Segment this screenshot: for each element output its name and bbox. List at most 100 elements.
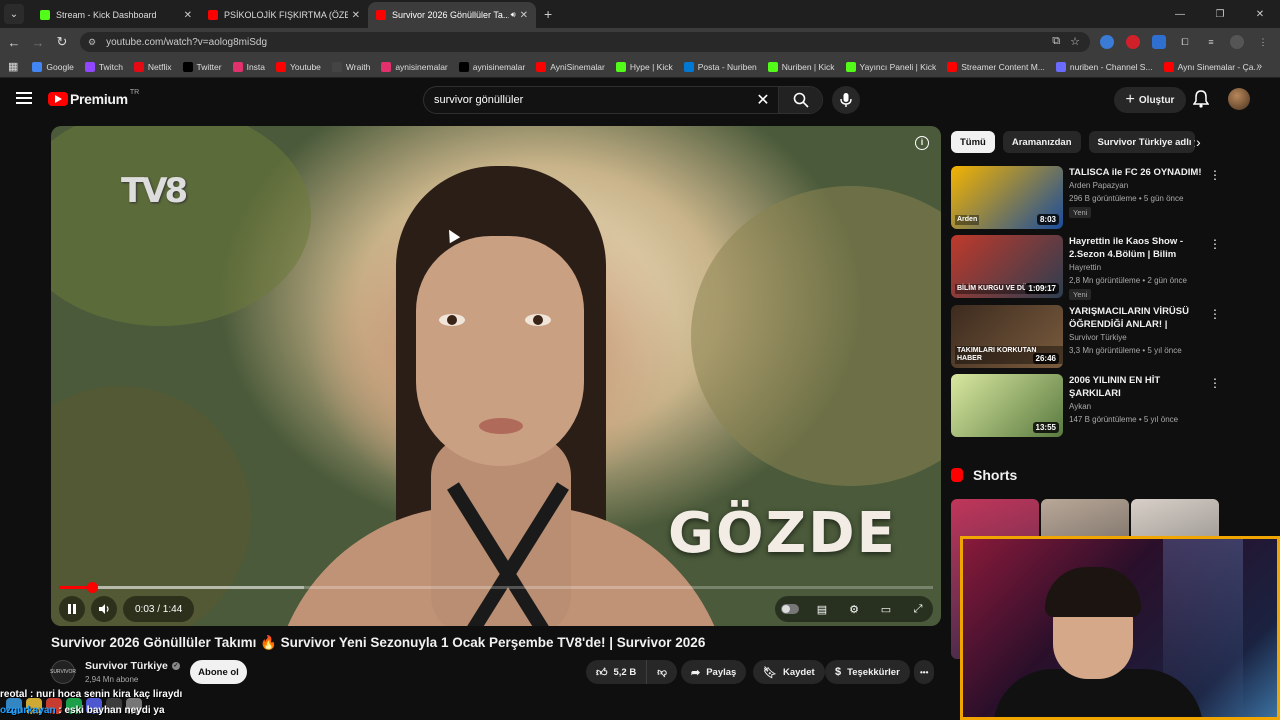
search-box[interactable]: survivor gönüllüler ✕ [423,86,823,114]
apps-grid-icon[interactable]: ▦ [8,60,18,73]
speaker-icon[interactable]: 🔊︎ [511,10,516,20]
bookmark-item[interactable]: Posta - Nuriben [683,61,757,72]
forward-button[interactable]: → [26,35,50,50]
volume-button[interactable] [91,596,117,622]
extension-blue-icon[interactable] [1100,35,1114,49]
video-thumbnail[interactable]: BİLİM KURGU VE DÜNYAMIZ 1:09:17 [951,235,1063,298]
youtube-icon [208,10,218,20]
video-channel[interactable]: Survivor Türkiye [1069,333,1127,342]
media-icon[interactable]: ≡ [1204,35,1218,49]
video-channel[interactable]: Aykan [1069,402,1091,411]
reload-button[interactable]: ↻ [50,34,74,50]
browser-tab[interactable]: PSİKOLOJİK FIŞKIRTMA (ÖZET... ✕ [200,2,368,28]
bookmark-item[interactable]: Hype | Kick [615,61,673,72]
maximize-button[interactable]: ❐ [1200,0,1240,28]
extension-shield-icon[interactable] [1152,35,1166,49]
subtitles-icon[interactable]: ▤ [813,603,831,616]
close-tab-icon[interactable]: ✕ [184,10,192,21]
save-button[interactable]: 🔖︎ Kaydet [753,660,825,684]
tab-search-button[interactable]: ⌄ [4,4,24,24]
recommended-video[interactable]: 13:55 2006 YILININ EN HİT ŞARKILARI Aykan 1… [951,374,1221,438]
guide-menu-icon[interactable] [16,92,32,104]
pause-button[interactable] [59,596,85,622]
bookmark-item[interactable]: Aynı Sinemalar - Ça... [1163,61,1261,72]
fullscreen-icon[interactable]: ⤢ [909,603,927,616]
bookmark-item[interactable]: Wraith [331,61,370,72]
filter-chip[interactable]: Tümü [951,131,995,153]
filter-chip[interactable]: Aramanızdan [1002,131,1081,153]
bookmark-item[interactable]: nuriben - Channel S... [1055,61,1153,72]
more-options-icon[interactable]: ⋮ [1209,376,1221,390]
chips-next-arrow-icon[interactable]: › [1196,134,1201,150]
bookmark-item[interactable]: Insta [232,61,265,72]
cast-icon[interactable]: ⧉ [1052,35,1060,48]
video-player[interactable]: TV8 GÖZDE i 0:03 / 1:44 ▤ ⚙ ▭ ⤢ [51,126,941,626]
create-button[interactable]: + Oluştur [1114,87,1186,113]
bookmark-item[interactable]: Twitter [182,61,222,72]
autoplay-toggle[interactable] [781,604,799,614]
recommended-video[interactable]: TAKIMLARI KORKUTAN HABER 26:46 YARIŞMACILA… [951,305,1221,369]
video-title[interactable]: YARIŞMACILARIN VİRÜSÜ ÖĞRENDİĞİ ANLAR! |… [1069,305,1207,332]
more-actions-button[interactable]: ••• [914,660,935,684]
recommended-video[interactable]: Arden 8:03 TALISCA ile FC 26 OYNADIM! Arden… [951,166,1221,230]
new-tab-button[interactable]: + [544,6,552,22]
video-channel[interactable]: Hayrettin [1069,263,1101,272]
progress-bar[interactable] [59,582,933,593]
menu-dots-icon[interactable]: ⋮ [1256,35,1270,49]
video-title[interactable]: TALISCA ile FC 26 OYNADIM! [1069,166,1207,179]
bookmarks-more-icon[interactable]: » [1256,61,1262,72]
account-avatar[interactable] [1228,88,1250,110]
notifications-bell-icon[interactable] [1193,90,1209,108]
bookmark-item[interactable]: Netflix [133,61,172,72]
back-button[interactable]: ← [2,35,26,50]
bookmark-item[interactable]: aynisinemalar [458,61,525,72]
video-title[interactable]: 2006 YILININ EN HİT ŞARKILARI [1069,374,1207,400]
browser-tab[interactable]: Survivor 2026 Gönüllüler Ta... 🔊︎ ✕ [368,2,536,28]
bookmark-item[interactable]: Yayıncı Paneli | Kick [845,61,936,72]
recommended-video[interactable]: BİLİM KURGU VE DÜNYAMIZ 1:09:17 Hayrettin … [951,235,1221,300]
subscribe-button[interactable]: Abone ol [190,660,247,684]
more-options-icon[interactable]: ⋮ [1209,307,1221,321]
bookmark-item[interactable]: aynisinemalar [381,61,448,72]
info-icon[interactable]: i [915,136,929,150]
close-window-button[interactable]: ✕ [1240,0,1280,28]
profile-icon[interactable] [1230,35,1244,49]
extensions-puzzle-icon[interactable]: ⧠ [1178,35,1192,49]
video-thumbnail[interactable]: 13:55 [951,374,1063,437]
bookmark-star-icon[interactable]: ☆ [1070,35,1080,48]
channel-name-row[interactable]: Survivor Türkiye ✓ [85,660,180,672]
channel-name[interactable]: Survivor Türkiye [85,660,168,672]
site-info-icon[interactable]: ⚙ [88,37,96,48]
video-title[interactable]: Hayrettin ile Kaos Show - 2.Sezon 4.Bölü… [1069,235,1207,262]
bookmark-item[interactable]: Streamer Content M... [947,61,1045,72]
dislike-button[interactable]: 👎︎ [647,660,677,684]
browser-tab[interactable]: Stream - Kick Dashboard ✕ [32,2,200,28]
minimize-button[interactable]: — [1160,0,1200,28]
settings-gear-icon[interactable]: ⚙ [845,603,863,616]
more-options-icon[interactable]: ⋮ [1209,168,1221,182]
close-tab-icon[interactable]: ✕ [520,10,528,21]
bookmark-item[interactable]: AyniSinemalar [536,61,605,72]
search-input[interactable]: survivor gönüllüler [424,94,748,106]
share-button[interactable]: ➦ Paylaş [681,660,747,684]
like-button[interactable]: 👍︎ 5,2 B [586,660,648,684]
theater-mode-icon[interactable]: ▭ [877,603,895,616]
youtube-premium-logo[interactable]: Premium TR [48,89,139,107]
video-thumbnail[interactable]: Arden 8:03 [951,166,1063,229]
voice-search-button[interactable] [832,86,860,114]
video-thumbnail[interactable]: TAKIMLARI KORKUTAN HABER 26:46 [951,305,1063,368]
filter-chip[interactable]: Survivor Türkiye adlı yük... [1088,131,1195,153]
search-button[interactable] [778,87,822,113]
more-options-icon[interactable]: ⋮ [1209,237,1221,251]
bookmark-item[interactable]: Youtube [276,61,321,72]
bookmark-item[interactable]: Nuriben | Kick [767,61,835,72]
extension-red-icon[interactable] [1126,35,1140,49]
video-channel[interactable]: Arden Papazyan [1069,181,1128,190]
bookmark-item[interactable]: Google [32,61,74,72]
thanks-button[interactable]: $ Teşekkürler [825,660,910,684]
close-tab-icon[interactable]: ✕ [352,10,360,21]
clear-search-icon[interactable]: ✕ [748,90,778,110]
bookmark-item[interactable]: Twitch [84,61,123,72]
url-field[interactable]: ⚙ youtube.com/watch?v=aolog8miSdg ⧉ ☆ [80,32,1090,52]
channel-avatar[interactable]: SURVIVOR [50,660,76,684]
